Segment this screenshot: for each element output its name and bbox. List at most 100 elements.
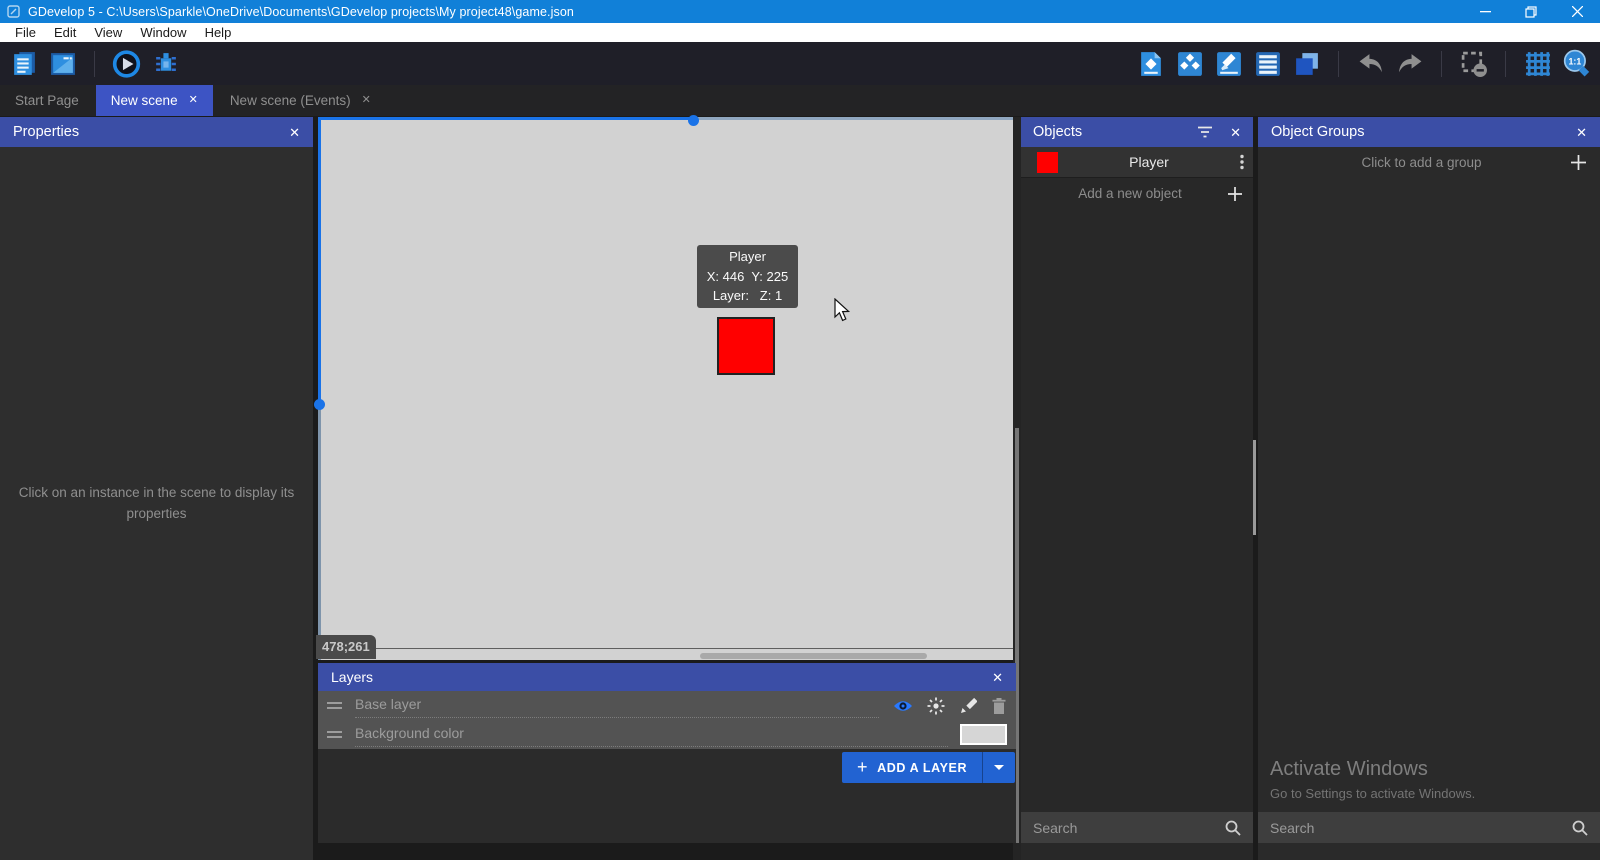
menu-view[interactable]: View [85, 23, 131, 42]
objects-search-input[interactable] [1033, 820, 1225, 836]
canvas-left-scroll-track[interactable] [318, 405, 321, 660]
clear-selection-icon[interactable] [1459, 49, 1488, 78]
object-groups-panel-title: Object Groups [1271, 124, 1365, 140]
chevron-down-icon [994, 765, 1004, 770]
tab-close-icon[interactable]: ✕ [189, 95, 198, 106]
objects-panel-scrollbar-thumb[interactable] [1253, 440, 1256, 535]
start-page-window-icon[interactable] [48, 49, 77, 78]
add-layer-label: ADD A LAYER [877, 761, 967, 775]
instance-tooltip: Player X: 446 Y: 225 Layer: Z: 1 [697, 245, 798, 308]
toolbar-separator [1441, 51, 1442, 77]
toggle-grid-icon[interactable] [1523, 49, 1552, 78]
close-icon[interactable]: ✕ [1576, 126, 1587, 139]
objects-editor-icon[interactable] [1136, 49, 1165, 78]
canvas-top-scroll-track[interactable] [694, 117, 1013, 120]
close-button[interactable] [1554, 0, 1600, 23]
properties-empty-message: Click on an instance in the scene to dis… [0, 147, 313, 860]
menu-edit[interactable]: Edit [45, 23, 85, 42]
tab-start-page[interactable]: Start Page [0, 85, 94, 116]
object-groups-panel: Object Groups ✕ Click to add a group Act… [1258, 117, 1600, 860]
layer-row-background[interactable]: Background color [318, 720, 1016, 749]
toolbar-separator [1338, 51, 1339, 77]
canvas-left-scroll-indicator[interactable] [318, 117, 321, 405]
layers-panel-header: Layers ✕ [318, 663, 1016, 691]
add-layer-button-main[interactable]: + ADD A LAYER [842, 752, 982, 783]
delete-trash-icon[interactable] [991, 697, 1007, 715]
layers-panel: Layers ✕ Base layer [318, 663, 1016, 843]
tab-new-scene[interactable]: New scene ✕ [96, 85, 213, 116]
activate-windows-watermark: Activate Windows Go to Settings to activ… [1270, 758, 1475, 801]
object-name: Player [1058, 154, 1240, 170]
menu-help[interactable]: Help [196, 23, 241, 42]
titlebar: GDevelop 5 - C:\Users\Sparkle\OneDrive\D… [0, 0, 1600, 23]
object-groups-editor-icon[interactable] [1175, 49, 1204, 78]
close-icon[interactable]: ✕ [289, 126, 300, 139]
tab-new-scene-events[interactable]: New scene (Events) ✕ [215, 85, 386, 116]
minimize-button[interactable] [1462, 0, 1508, 23]
menubar: File Edit View Window Help [0, 23, 1600, 42]
add-group-row[interactable]: Click to add a group [1258, 147, 1600, 178]
undo-icon[interactable] [1356, 49, 1385, 78]
restore-button[interactable] [1508, 0, 1554, 23]
add-new-object-label: Add a new object [1032, 186, 1228, 201]
tooltip-position: X: 446 Y: 225 [697, 267, 798, 287]
close-icon[interactable]: ✕ [992, 671, 1003, 684]
watermark-title: Activate Windows [1270, 758, 1475, 781]
canvas-top-scroll-handle[interactable] [688, 115, 699, 126]
properties-panel-header: Properties ✕ [0, 117, 313, 147]
search-icon[interactable] [1572, 820, 1588, 836]
add-group-label: Click to add a group [1272, 155, 1571, 170]
zoom-original-1-1-icon[interactable]: 1:1 [1562, 49, 1591, 78]
layer-effects-icon[interactable] [927, 697, 945, 715]
canvas-horizontal-scrollbar[interactable] [700, 653, 927, 659]
kebab-menu-icon[interactable] [1240, 154, 1244, 170]
player-instance[interactable] [717, 317, 775, 375]
redo-icon[interactable] [1395, 49, 1424, 78]
add-layer-dropdown[interactable] [982, 752, 1015, 783]
properties-panel: Properties ✕ Click on an instance in the… [0, 117, 313, 860]
instances-list-icon[interactable] [1253, 49, 1282, 78]
background-color-swatch[interactable] [960, 724, 1007, 745]
preview-play-icon[interactable] [112, 49, 141, 78]
object-row-player[interactable]: Player [1021, 147, 1253, 178]
debug-bug-icon[interactable] [151, 49, 180, 78]
layer-row-base[interactable]: Base layer [318, 691, 1016, 720]
objects-panel: Objects ✕ Player Add a new object [1021, 117, 1253, 860]
objects-panel-header: Objects ✕ [1021, 117, 1253, 147]
menu-window[interactable]: Window [131, 23, 195, 42]
visibility-eye-icon[interactable] [893, 698, 913, 714]
tabbar: Start Page New scene ✕ New scene (Events… [0, 85, 1600, 116]
toolbar-separator [94, 51, 95, 77]
add-layer-button[interactable]: + ADD A LAYER [842, 752, 1015, 783]
game-area-border [318, 648, 1013, 649]
layer-name-field[interactable]: Base layer [355, 694, 879, 718]
objects-panel-title: Objects [1033, 124, 1082, 140]
canvas-top-scroll-indicator[interactable] [318, 117, 694, 120]
plus-icon[interactable] [1571, 155, 1586, 170]
add-new-object-row[interactable]: Add a new object [1021, 178, 1253, 209]
edit-pencil-icon[interactable] [959, 697, 977, 715]
canvas-left-scroll-handle[interactable] [314, 399, 325, 410]
watermark-subtitle: Go to Settings to activate Windows. [1270, 786, 1475, 801]
window-title: GDevelop 5 - C:\Users\Sparkle\OneDrive\D… [28, 5, 574, 19]
plus-icon: + [857, 758, 868, 776]
search-icon[interactable] [1225, 820, 1241, 836]
menu-file[interactable]: File [6, 23, 45, 42]
object-thumbnail [1037, 152, 1058, 173]
scene-canvas[interactable]: Player X: 446 Y: 225 Layer: Z: 1 478;261 [318, 117, 1013, 660]
toolbar-separator [1505, 51, 1506, 77]
groups-search-input[interactable] [1270, 820, 1572, 836]
layers-editor-icon[interactable] [1292, 49, 1321, 78]
object-groups-panel-header: Object Groups ✕ [1258, 117, 1600, 147]
groups-searchbar [1258, 812, 1600, 843]
close-icon[interactable]: ✕ [1230, 126, 1241, 139]
filter-icon[interactable] [1197, 126, 1213, 138]
plus-icon[interactable] [1228, 187, 1242, 201]
tab-close-icon[interactable]: ✕ [362, 95, 371, 106]
properties-editor-icon[interactable] [1214, 49, 1243, 78]
background-color-label: Background color [355, 723, 948, 747]
project-manager-icon[interactable] [9, 49, 38, 78]
drag-handle-icon[interactable] [327, 702, 342, 709]
drag-handle-icon[interactable] [327, 731, 342, 738]
mouse-cursor-icon [834, 298, 851, 322]
